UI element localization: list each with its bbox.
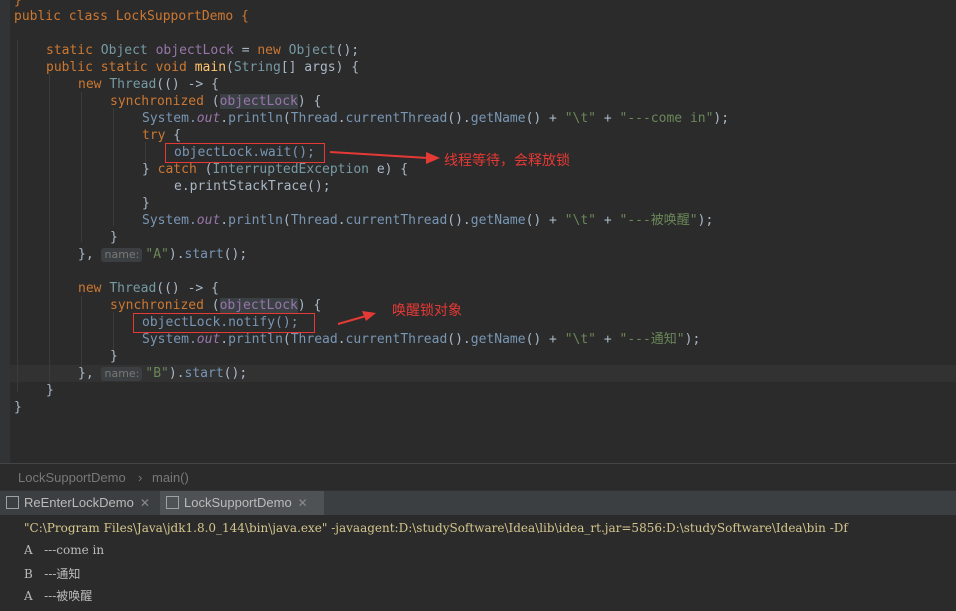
tab-label: ReEnterLockDemo: [24, 495, 134, 510]
breadcrumb-class[interactable]: LockSupportDemo: [18, 470, 126, 485]
close-icon[interactable]: ✕: [298, 496, 308, 510]
breadcrumb-separator: ›: [138, 470, 143, 485]
console-output-line: A ---come in: [24, 543, 105, 557]
tab-reenterlockdemo[interactable]: ReEnterLockDemo ✕: [0, 491, 158, 515]
breadcrumb: LockSupportDemo › main(): [0, 463, 956, 490]
run-tabs-bar: ReEnterLockDemo ✕ LockSupportDemo ✕: [0, 490, 956, 515]
arrow-head-notify: [362, 311, 376, 321]
arrow-notify: [337, 315, 367, 325]
tab-locksupportdemo[interactable]: LockSupportDemo ✕: [160, 491, 324, 515]
console-output-line: B ---通知: [24, 567, 81, 581]
close-icon[interactable]: ✕: [140, 496, 150, 510]
breadcrumb-method[interactable]: main(): [152, 470, 189, 485]
notify-annotation: 唤醒锁对象: [392, 303, 462, 319]
arrow-wait: [329, 151, 429, 159]
console-output-line: A ---被唤醒: [24, 589, 93, 603]
arrow-head-wait: [426, 152, 440, 164]
run-config-icon: [166, 496, 179, 510]
run-console[interactable]: "C:\Program Files\Java\jdk1.8.0_144\bin\…: [0, 515, 956, 611]
wait-annotation: 线程等待，会释放锁: [444, 153, 570, 169]
run-config-icon: [6, 496, 19, 510]
code-editor[interactable]: } public class LockSupportDemo { static …: [0, 0, 956, 463]
annotation-arrows: [329, 151, 440, 325]
console-command-line: "C:\Program Files\Java\jdk1.8.0_144\bin\…: [24, 521, 848, 535]
tab-label: LockSupportDemo: [184, 495, 292, 510]
